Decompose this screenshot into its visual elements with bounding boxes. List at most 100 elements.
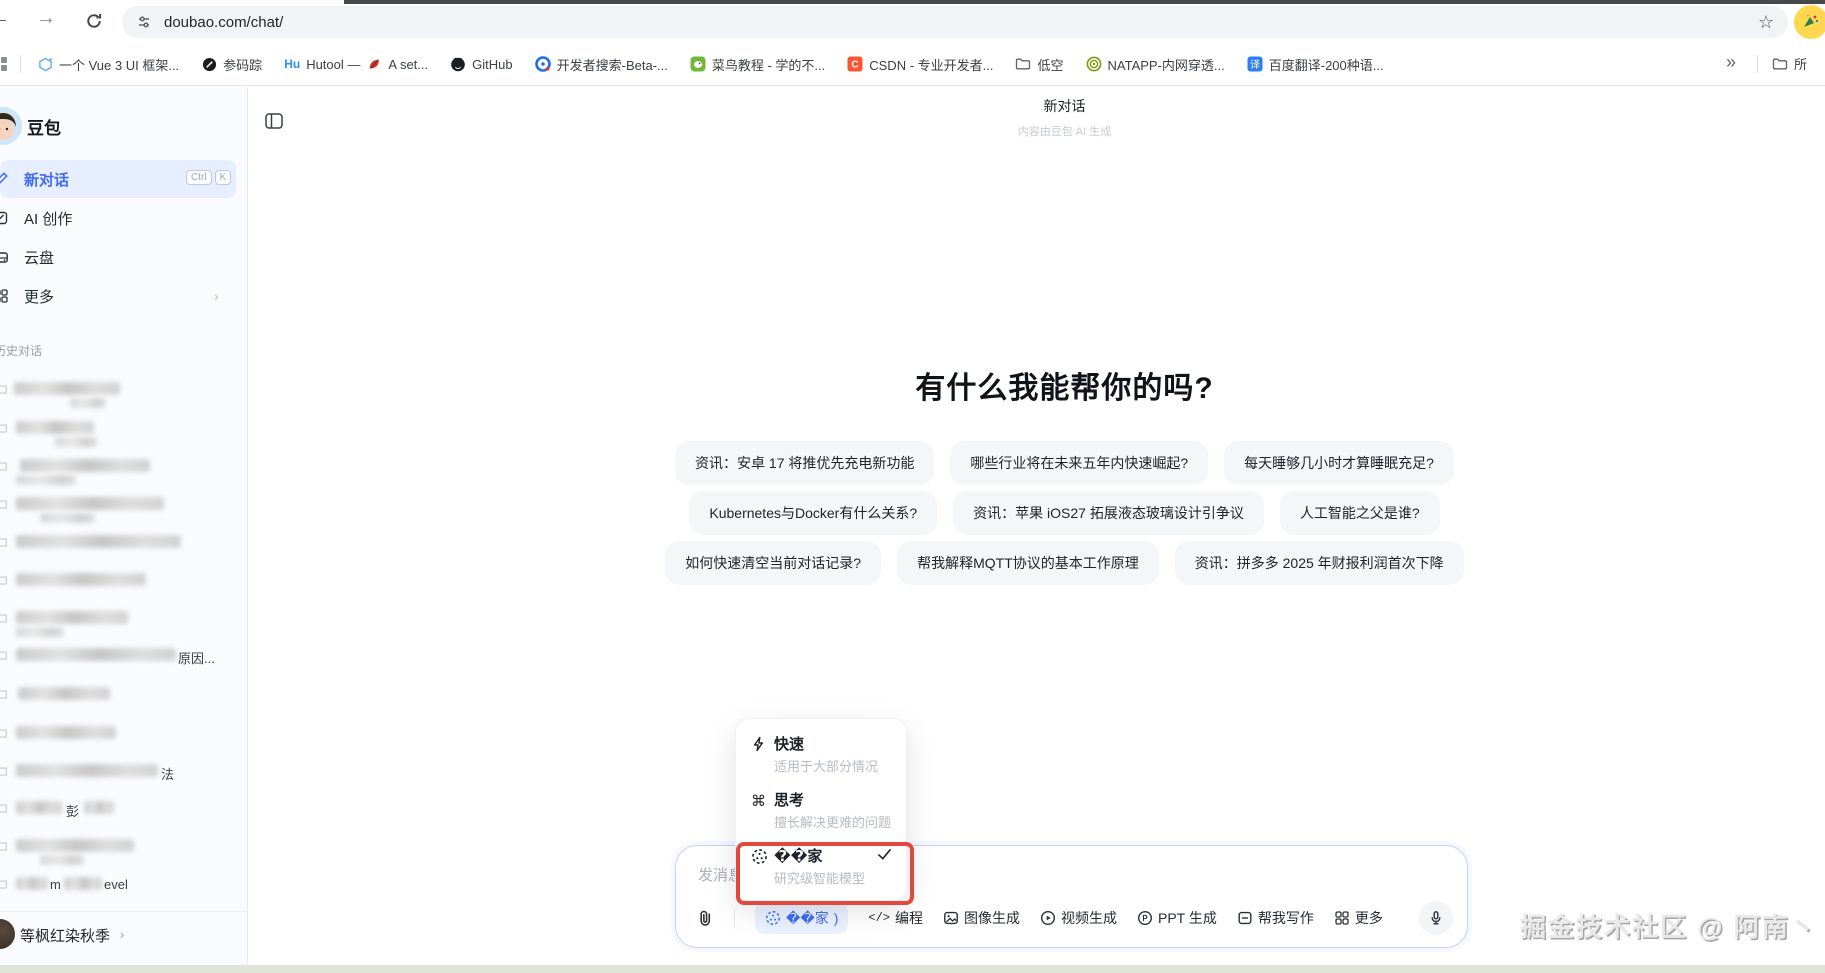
image-icon [943,910,959,926]
bookmark-favicon-hutool-icon: Hu [284,56,300,72]
tool-writing-button[interactable]: 帮我写作 [1237,908,1314,928]
suggestion-chip[interactable]: 人工智能之父是谁? [1280,491,1440,535]
main-area: 新对话 内容由豆包 AI 生成 有什么我能帮你的吗? 资讯：安卓 17 将推优先… [248,87,1825,965]
ppt-circle-icon: P [1137,910,1153,926]
model-option-title: 快速 [774,733,804,754]
sidebar-item-cloud-drive[interactable]: 云盘 [0,238,236,276]
bookmark-favicon-vue-icon [37,56,53,72]
bookmark-natapp[interactable]: NATAPP-内网穿透... [1086,55,1225,74]
bookmark-github[interactable]: GitHub [450,56,512,72]
cloud-drive-icon [0,249,9,265]
chat-bubble-icon [0,498,8,512]
greeting-heading: 有什么我能帮你的吗? [304,363,1825,407]
suggestion-row: 如何快速清空当前对话记录? 帮我解释MQTT协议的基本工作原理 资讯：拼多多 2… [304,541,1825,585]
forward-button[interactable]: → [36,7,56,30]
sidebar-item-new-chat[interactable]: 新对话 Ctrl K [0,160,236,198]
chat-bubble-icon [0,383,8,397]
tool-label: 帮我写作 [1258,908,1314,928]
svg-text:P: P [1142,914,1148,923]
tool-label: 编程 [895,908,923,928]
all-bookmarks-folder[interactable]: 所 [1772,54,1807,73]
bookmark-favicon-devsearch-icon [535,56,551,72]
suggestion-chip[interactable]: 每天睡够几小时才算睡眠充足? [1224,441,1454,485]
suggestion-chip[interactable]: 如何快速清空当前对话记录? [665,541,881,585]
suggestion-chip[interactable]: 哪些行业将在未来五年内快速崛起? [950,441,1208,485]
chevron-right-icon: › [120,927,124,942]
bookmarks-overflow-chevron[interactable]: » [1726,52,1736,73]
tool-more-button[interactable]: 更多 [1334,908,1383,928]
ai-create-icon [0,210,9,226]
tool-label: 更多 [1355,908,1383,928]
sidebar: 豆包 新对话 Ctrl K AI 创作 云盘 [0,87,248,965]
brand-name: 豆包 [27,114,61,139]
user-avatar[interactable] [0,919,15,949]
tool-coding-button[interactable]: </> 编程 [868,908,923,928]
bookmark-label: GitHub [472,57,512,72]
chevron-icon: ) [834,910,839,926]
chat-bubble-icon [0,574,8,588]
tool-video-gen-button[interactable]: 视频生成 [1040,908,1117,928]
bookmark-label: NATAPP-内网穿透... [1108,55,1225,74]
sidebar-item-label: AI 创作 [24,208,72,229]
model-selector-button[interactable]: ��家 ) [755,902,848,934]
sidebar-item-ai-create[interactable]: AI 创作 [0,199,236,237]
kbd-ctrl: Ctrl [186,170,212,185]
tool-label: PPT 生成 [1158,908,1217,928]
bookmark-csdn[interactable]: C CSDN - 专业开发者... [847,55,993,74]
maple-leaf-icon [366,56,382,72]
history-text-fragment: 法 [161,764,174,783]
sidebar-item-label: 新对话 [24,169,69,190]
doubao-logo-avatar[interactable] [0,107,22,145]
user-name[interactable]: 等枫红染秋季 [20,925,110,946]
shortcut-badge: Ctrl K [186,170,231,185]
browser-profile-avatar[interactable] [1794,5,1825,39]
chat-bubble-icon [0,765,8,779]
taskbar-edge-strip [0,965,1825,973]
bookmarks-divider [1757,55,1758,73]
chat-bubble-icon [0,612,8,626]
site-info-icon[interactable] [136,14,152,30]
bookmark-hutool[interactable]: Hu Hutool — A set... [284,56,428,72]
suggestion-chip[interactable]: 资讯：拼多多 2025 年财报利润首次下降 [1175,541,1464,585]
history-text-fragment: m [50,877,61,892]
chat-bubble-icon [0,878,8,892]
bookmark-baidu-translate[interactable]: 译 百度翻译-200种语... [1247,55,1384,74]
tool-image-gen-button[interactable]: 图像生成 [943,908,1020,928]
bookmark-dikong[interactable]: 低空 [1015,55,1063,74]
extensions-grid-icon[interactable] [0,56,8,72]
tool-ppt-gen-button[interactable]: P PPT 生成 [1137,908,1217,928]
microphone-button[interactable] [1419,901,1453,935]
url-bar[interactable]: doubao.com/chat/ ☆ [122,6,1788,38]
back-button[interactable]: ← [0,7,10,30]
folder-icon [1772,56,1788,72]
bookmark-runoob[interactable]: 菜鸟教程 - 学的不... [690,55,825,74]
play-circle-icon [1040,910,1056,926]
bookmark-vue-ui[interactable]: 一个 Vue 3 UI 框架... [37,55,179,74]
attach-paperclip-icon[interactable] [696,909,714,927]
bookmarks-list: 一个 Vue 3 UI 框架... 参码踪 Hu Hutool — A set.… [37,55,1384,74]
bookmark-canmazong[interactable]: 参码踪 [201,55,262,74]
suggestion-chip[interactable]: 帮我解释MQTT协议的基本工作原理 [897,541,1159,585]
bookmark-label: 参码踪 [223,55,262,74]
bookmark-label: Hutool — [306,57,360,72]
model-option-thinking[interactable]: ⌘ 思考 擅长解决更难的问题 [736,789,908,841]
page-title: 新对话 [304,96,1825,116]
model-option-fast[interactable]: 快速 适用于大部分情况 [736,733,908,785]
bookmark-dev-search[interactable]: 开发者搜索-Beta-... [535,55,668,74]
url-text[interactable]: doubao.com/chat/ [164,14,1758,31]
profile-divider [0,911,248,912]
suggestion-chip[interactable]: 资讯：安卓 17 将推优先充电新功能 [675,441,934,485]
tool-label: 视频生成 [1061,908,1117,928]
reload-button[interactable] [84,11,104,31]
sidebar-item-more[interactable]: 更多 › [0,277,236,315]
write-doc-icon [1237,910,1253,926]
suggestion-chip[interactable]: Kubernetes与Docker有什么关系? [689,491,937,535]
chat-bubble-icon [0,649,8,663]
bookmark-star-icon[interactable]: ☆ [1758,12,1774,33]
chat-bubble-icon [0,727,8,741]
collapse-sidebar-icon[interactable] [264,111,284,131]
new-chat-pencil-icon [0,171,9,187]
suggestion-chip[interactable]: 资讯：苹果 iOS27 拓展液态玻璃设计引争议 [953,491,1264,535]
suggestion-row: 资讯：安卓 17 将推优先充电新功能 哪些行业将在未来五年内快速崛起? 每天睡够… [304,441,1825,485]
knot-icon: ⌘ [751,792,769,810]
